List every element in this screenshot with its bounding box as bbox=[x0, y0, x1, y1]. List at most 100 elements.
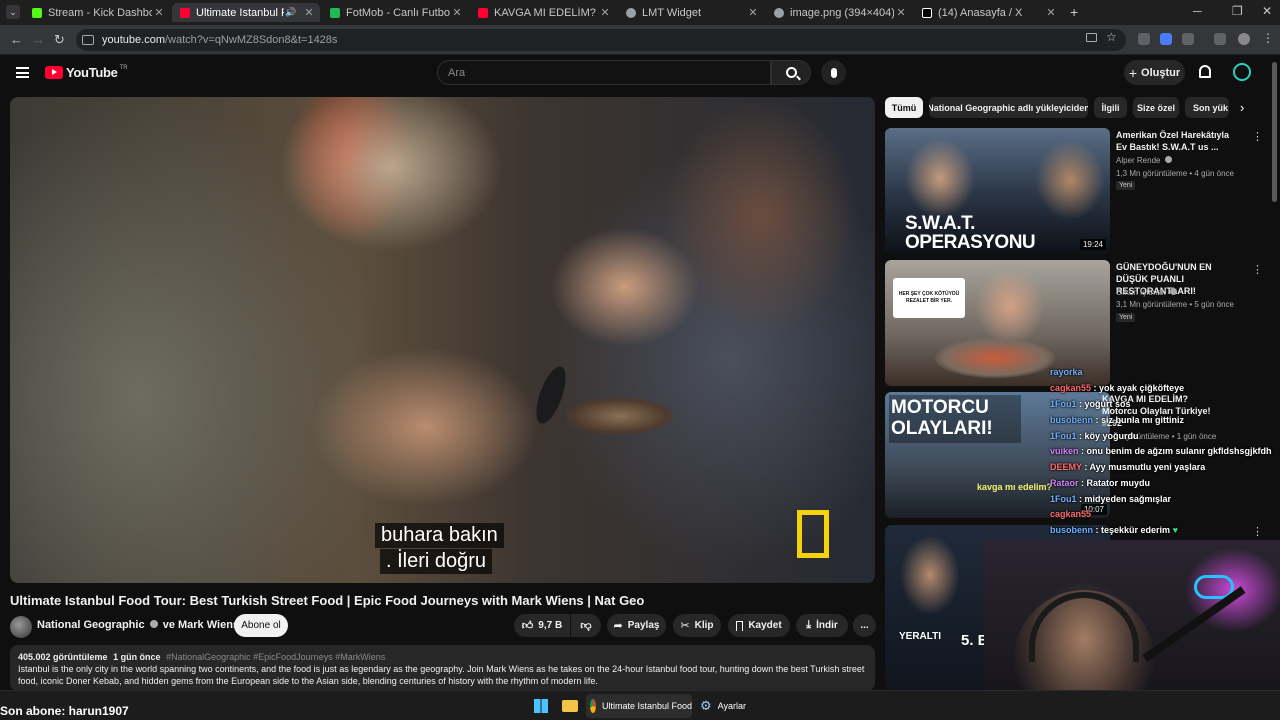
channel-name[interactable]: National Geographic ve Mark Wiens bbox=[37, 619, 253, 631]
new-tab-icon[interactable]: + bbox=[1070, 4, 1078, 20]
heart-icon: ♥ bbox=[1172, 525, 1178, 535]
share-button[interactable]: ➦ Paylaş bbox=[607, 614, 666, 637]
create-button[interactable]: + Oluştur bbox=[1124, 60, 1185, 85]
chat-user: DEEMY bbox=[1050, 462, 1082, 472]
description-stats: 405.002 görüntüleme 1 gün önce #National… bbox=[18, 651, 867, 663]
chat-message: busobenn : teşekkür ederim ♥ bbox=[1050, 525, 1178, 535]
thumbs-down-icon: 👎︎ bbox=[580, 620, 592, 632]
back-icon[interactable]: ← bbox=[10, 32, 23, 47]
verified-icon bbox=[1164, 156, 1172, 163]
profile-avatar-icon[interactable] bbox=[1238, 33, 1250, 45]
tab-kick-dashboard[interactable]: Stream - Kick Dashboard ✕ bbox=[24, 3, 170, 22]
more-vertical-icon[interactable]: ⋮ bbox=[1252, 263, 1263, 276]
rec-title[interactable]: Amerikan Özel Harekâtıyla Ev Bastık! S.W… bbox=[1116, 129, 1238, 153]
site-info-icon[interactable] bbox=[82, 35, 94, 45]
rec-channel[interactable]: Alper Rende bbox=[1116, 156, 1172, 165]
rec-channel[interactable]: Orkun Işıtmak bbox=[1116, 288, 1178, 297]
tab-kavga[interactable]: KAVGA MI EDELİM? Motorcu O ✕ bbox=[470, 3, 616, 22]
youtube-wordmark: YouTube bbox=[66, 65, 118, 80]
video-spoon bbox=[565, 397, 675, 435]
restore-icon[interactable]: ❐ bbox=[1232, 4, 1243, 18]
region-code: TR bbox=[119, 64, 128, 71]
hamburger-menu-icon[interactable] bbox=[16, 67, 29, 78]
tab-search-icon[interactable]: ⌄ bbox=[6, 5, 20, 19]
voice-search-button[interactable] bbox=[821, 60, 846, 85]
thumbnail-sub-text: kavga mı edelim? bbox=[977, 482, 1053, 492]
download-button[interactable]: ⤓ İndir bbox=[796, 614, 848, 637]
last-subscriber-label: Son abone: harun1907 bbox=[0, 704, 129, 718]
more-actions-button[interactable]: ... bbox=[853, 614, 876, 637]
taskbar-app-label: Ayarlar bbox=[717, 701, 747, 711]
windows-taskbar: Ultimate Istanbul Food ⚙ Ayarlar bbox=[0, 690, 1280, 720]
close-icon[interactable]: ✕ bbox=[152, 6, 166, 19]
address-bar[interactable]: youtube.com/watch?v=qNwMZ8Sdon8&t=1428s bbox=[76, 29, 1126, 51]
bookmark-star-icon[interactable]: ☆ bbox=[1106, 30, 1117, 44]
menu-kebab-icon[interactable]: ⋮ bbox=[1262, 31, 1274, 45]
extensions-puzzle-icon[interactable] bbox=[1182, 33, 1194, 45]
chip-for-you[interactable]: Size özel bbox=[1133, 97, 1179, 118]
more-vertical-icon[interactable]: ⋮ bbox=[1252, 130, 1263, 143]
youtube-logo[interactable]: YouTube TR bbox=[45, 65, 128, 80]
collab-channel[interactable]: ve Mark Wiens bbox=[163, 619, 239, 631]
subscribe-button[interactable]: Abone ol bbox=[234, 614, 288, 637]
extension-icon[interactable] bbox=[1138, 33, 1150, 45]
extension-icon[interactable] bbox=[1160, 33, 1172, 45]
close-icon[interactable]: ✕ bbox=[302, 6, 316, 19]
chat-text: midyeden sağmışlar bbox=[1084, 494, 1172, 504]
clip-button[interactable]: ✂ Klip bbox=[673, 614, 721, 637]
tab-youtube-active[interactable]: Ultimate Istanbul Food Tou 🔊 ✕ bbox=[172, 3, 320, 22]
chevron-right-icon[interactable]: › bbox=[1240, 100, 1244, 115]
chat-text: siz bunla mı gittiniz bbox=[1101, 415, 1184, 425]
share-icon: ➦ bbox=[613, 620, 623, 632]
account-avatar[interactable] bbox=[1233, 63, 1251, 81]
video-player[interactable]: buhara bakın . İleri doğru bbox=[10, 97, 875, 583]
channel-avatar[interactable] bbox=[10, 616, 32, 638]
dislike-button[interactable]: 👎︎ bbox=[571, 614, 601, 637]
close-icon[interactable]: ✕ bbox=[1044, 6, 1058, 19]
chat-message: cagkan55 : yok ayak çiğköfteye bbox=[1050, 383, 1185, 393]
notifications-bell-icon[interactable] bbox=[1199, 65, 1211, 78]
search-button[interactable] bbox=[771, 60, 811, 85]
more-vertical-icon[interactable]: ⋮ bbox=[1252, 525, 1263, 538]
gear-icon: ⚙ bbox=[700, 698, 712, 713]
thumbnail-plate bbox=[935, 338, 1055, 378]
close-icon[interactable]: ✕ bbox=[450, 6, 464, 19]
tab-x[interactable]: (14) Anasayfa / X ✕ bbox=[914, 3, 1062, 22]
tab-image[interactable]: image.png (394×404) ✕ bbox=[766, 3, 912, 22]
speaker-icon[interactable]: 🔊 bbox=[284, 7, 298, 18]
new-badge: Yeni bbox=[1116, 313, 1136, 322]
scrollbar[interactable] bbox=[1272, 62, 1277, 202]
rec-thumbnail[interactable]: S.W.A.T. OPERASYONU 19:24 bbox=[885, 128, 1110, 254]
tab-label: (14) Anasayfa / X bbox=[938, 6, 1023, 19]
cast-icon[interactable] bbox=[1086, 33, 1097, 42]
close-icon[interactable]: ✕ bbox=[746, 6, 760, 19]
browser-toolbar: ← → ↻ youtube.com/watch?v=qNwMZ8Sdon8&t=… bbox=[0, 25, 1280, 55]
fotmob-favicon-icon bbox=[330, 7, 340, 18]
forward-icon[interactable]: → bbox=[32, 32, 45, 47]
chip-recent[interactable]: Son yük bbox=[1185, 97, 1229, 118]
close-icon[interactable]: ✕ bbox=[598, 6, 612, 19]
sidebar-icon[interactable] bbox=[1214, 33, 1226, 45]
tab-lmt-widget[interactable]: LMT Widget ✕ bbox=[618, 3, 764, 22]
close-icon[interactable]: ✕ bbox=[894, 6, 908, 19]
channel-name-text[interactable]: National Geographic bbox=[37, 619, 145, 631]
like-button[interactable]: 👍︎ 9,7 B bbox=[514, 614, 570, 637]
tab-fotmob[interactable]: FotMob - Canlı Futbol Skorları ✕ bbox=[322, 3, 468, 22]
hashtags[interactable]: #NationalGeographic #EpicFoodJourneys #M… bbox=[166, 652, 385, 662]
taskbar-chrome-app[interactable]: Ultimate Istanbul Food bbox=[586, 694, 692, 718]
chat-message: 1Fou1 : yoğurt sos bbox=[1050, 399, 1131, 409]
description-box[interactable]: 405.002 görüntüleme 1 gün önce #National… bbox=[10, 645, 875, 691]
chip-from-uploader[interactable]: National Geographic adlı yükleyiciden bbox=[929, 97, 1088, 118]
close-window-icon[interactable]: ✕ bbox=[1262, 4, 1272, 18]
file-explorer-icon[interactable] bbox=[562, 700, 578, 712]
chip-all[interactable]: Tümü bbox=[885, 97, 923, 118]
windows-start-icon[interactable] bbox=[534, 699, 548, 713]
reload-icon[interactable]: ↻ bbox=[54, 32, 65, 48]
minimize-icon[interactable]: ─ bbox=[1193, 4, 1202, 18]
chip-related[interactable]: İlgili bbox=[1094, 97, 1127, 118]
save-button[interactable]: Kaydet bbox=[728, 614, 790, 637]
taskbar-settings-app[interactable]: ⚙ Ayarlar bbox=[700, 694, 760, 718]
search-input[interactable]: Ara bbox=[437, 60, 771, 85]
channel-name: Alper Rende bbox=[1116, 156, 1161, 165]
chat-message: cagkan55 bbox=[1050, 509, 1091, 519]
